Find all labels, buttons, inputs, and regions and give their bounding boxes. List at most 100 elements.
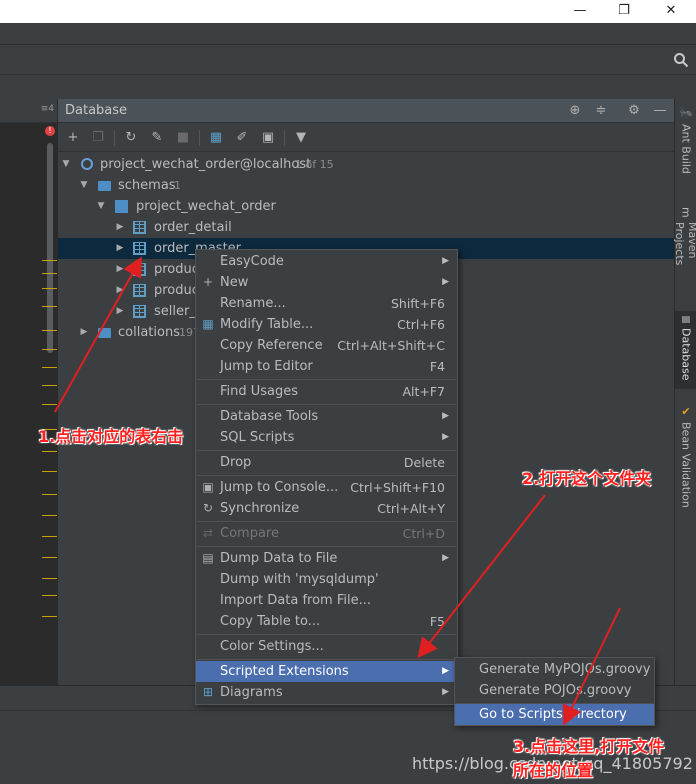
tree-table-row[interactable]: ▶ order_detail — [58, 217, 675, 238]
expand-arrow-icon[interactable]: ▼ — [96, 196, 106, 217]
menu-item-database-tools[interactable]: Database Tools ▶ — [196, 406, 457, 427]
collapse-icon[interactable]: ≑ — [593, 103, 609, 119]
diagram-icon: ⊞ — [202, 685, 214, 699]
tab-maven-projects[interactable]: m Maven Projects — [673, 203, 696, 303]
refresh-icon[interactable]: ↻ — [122, 129, 140, 147]
folder-icon — [98, 181, 111, 191]
duplicate-icon[interactable]: ❐ — [89, 129, 107, 147]
menu-item-synchronize[interactable]: ↻ Synchronize Ctrl+Alt+Y — [196, 498, 457, 519]
properties-icon[interactable]: ✎ — [148, 129, 166, 147]
menu-item-find-usages[interactable]: Find Usages Alt+F7 — [196, 381, 457, 402]
menu-item-new[interactable]: + New ▶ — [196, 272, 457, 293]
tree-datasource[interactable]: ▼ project_wechat_order@localhost 1 of 15 — [58, 154, 675, 175]
collapse-arrow-icon[interactable]: ▶ — [115, 280, 125, 301]
menu-item-copy-table[interactable]: Copy Table to... F5 — [196, 611, 457, 632]
menu-item-import-data[interactable]: Import Data from File... — [196, 590, 457, 611]
bean-validation-icon: ✔ — [679, 405, 693, 418]
menu-item-dump-data[interactable]: ▤ Dump Data to File ▶ — [196, 548, 457, 569]
toolbar-separator — [284, 130, 285, 146]
editor-scrollbar[interactable] — [47, 143, 53, 353]
menu-item-easycode[interactable]: EasyCode ▶ — [196, 251, 457, 272]
ide-window: — ❐ ✕ ≡4 ! Database ⊕ ≑ ⚙ — + ❐ ↻ ✎ ■ ▦ … — [0, 0, 696, 784]
gutter-mark — [42, 616, 57, 617]
gear-icon[interactable]: ⚙ — [626, 103, 642, 119]
hide-panel-icon[interactable]: — — [652, 103, 668, 119]
tree-schemas[interactable]: ▼ schemas 1 — [58, 175, 675, 196]
menu-item-diagrams[interactable]: ⊞ Diagrams ▶ — [196, 682, 457, 703]
table-icon — [133, 242, 146, 255]
datasource-label: project_wechat_order@localhost — [100, 157, 312, 172]
menu-separator — [197, 450, 456, 451]
gutter-mark — [42, 494, 57, 495]
tree-schema[interactable]: ▼ project_wechat_order — [58, 196, 675, 217]
annotation-step2: 2.打开这个文件夹 — [522, 469, 652, 488]
menu-separator — [197, 659, 456, 660]
minimize-button[interactable]: — — [568, 2, 592, 20]
collapse-arrow-icon[interactable]: ▶ — [115, 238, 125, 259]
menu-separator — [197, 379, 456, 380]
tab-ant-build-label: Ant Build — [679, 124, 693, 175]
submenu-item-go-to-scripts-directory[interactable]: Go to Scripts Directory — [455, 704, 654, 725]
tab-bean-validation[interactable]: ✔ Bean Validation — [675, 401, 696, 513]
menu-item-mysqldump[interactable]: Dump with 'mysqldump' — [196, 569, 457, 590]
database-icon: ≣ — [679, 315, 693, 325]
gutter-mark — [42, 288, 57, 289]
menu-item-jump-to-console[interactable]: ▣ Jump to Console... Ctrl+Shift+F10 — [196, 477, 457, 498]
table-label: produc — [154, 262, 199, 277]
collapse-arrow-icon[interactable]: ▶ — [115, 259, 125, 280]
submenu-arrow-icon: ▶ — [442, 432, 449, 442]
annotation-step3-line2: 所在的位置 — [513, 761, 594, 780]
ant-icon: 🐜 — [679, 107, 693, 121]
expand-arrow-icon[interactable]: ▼ — [61, 154, 71, 175]
tab-ant-build[interactable]: 🐜 Ant Build — [675, 103, 696, 189]
submenu-item-generate-pojos[interactable]: Generate POJOs.groovy — [455, 680, 654, 701]
right-tool-strip: 🐜 Ant Build m Maven Projects ≣ Database … — [673, 99, 696, 685]
maven-icon: m — [679, 207, 693, 218]
menu-item-color-settings[interactable]: Color Settings... — [196, 636, 457, 657]
tab-maven-projects-label: Maven Projects — [673, 221, 696, 266]
close-button[interactable]: ✕ — [659, 2, 683, 20]
console-icon: ▣ — [202, 480, 214, 494]
schemas-count: 1 — [174, 179, 181, 192]
restore-button[interactable]: ❐ — [612, 2, 636, 20]
menu-item-rename[interactable]: Rename... Shift+F6 — [196, 293, 457, 314]
collapse-arrow-icon[interactable]: ▶ — [115, 217, 125, 238]
gutter-mark — [42, 260, 57, 261]
menu-item-copy-reference[interactable]: Copy Reference Ctrl+Alt+Shift+C — [196, 335, 457, 356]
tab-bean-validation-label: Bean Validation — [679, 422, 693, 508]
datasource-icon — [81, 158, 93, 170]
collapse-arrow-icon[interactable]: ▶ — [79, 322, 89, 343]
gutter-mark — [42, 536, 57, 537]
menu-separator — [197, 546, 456, 547]
save-icon: ▤ — [202, 551, 214, 565]
expand-arrow-icon[interactable]: ▼ — [79, 175, 89, 196]
collapse-arrow-icon[interactable]: ▶ — [115, 301, 125, 322]
table-editor-icon[interactable]: ▦ — [207, 129, 225, 147]
edit-icon[interactable]: ✐ — [233, 129, 251, 147]
toolbar-spacer — [0, 76, 696, 98]
menu-item-scripted-extensions[interactable]: Scripted Extensions ▶ — [196, 661, 457, 682]
submenu-arrow-icon: ▶ — [442, 687, 449, 697]
navigation-bar — [0, 45, 696, 75]
filter-icon[interactable]: ▼ — [292, 129, 310, 147]
menu-item-sql-scripts[interactable]: SQL Scripts ▶ — [196, 427, 457, 448]
add-icon[interactable]: + — [64, 129, 82, 147]
gutter-mark — [42, 595, 57, 596]
menu-separator — [197, 475, 456, 476]
stop-icon[interactable]: ■ — [174, 129, 192, 147]
globe-icon[interactable]: ⊕ — [567, 103, 583, 119]
refresh-icon: ↻ — [202, 501, 214, 515]
menu-item-drop[interactable]: Drop Delete — [196, 452, 457, 473]
menu-item-compare[interactable]: ⇄ Compare Ctrl+D — [196, 523, 457, 544]
table-icon — [133, 263, 146, 276]
menu-item-modify-table[interactable]: ▦ Modify Table... Ctrl+F6 — [196, 314, 457, 335]
submenu-item-generate-mypojos[interactable]: Generate MyPOJOs.groovy — [455, 659, 654, 680]
console-icon[interactable]: ▣ — [259, 129, 277, 147]
collations-label: collations — [118, 325, 180, 340]
menu-item-jump-to-editor[interactable]: Jump to Editor F4 — [196, 356, 457, 377]
tab-count-marker[interactable]: ≡4 — [41, 104, 54, 114]
table-icon — [133, 221, 146, 234]
search-icon[interactable] — [673, 52, 689, 68]
error-indicator-icon[interactable]: ! — [45, 126, 55, 136]
tab-database[interactable]: ≣ Database — [675, 311, 696, 389]
